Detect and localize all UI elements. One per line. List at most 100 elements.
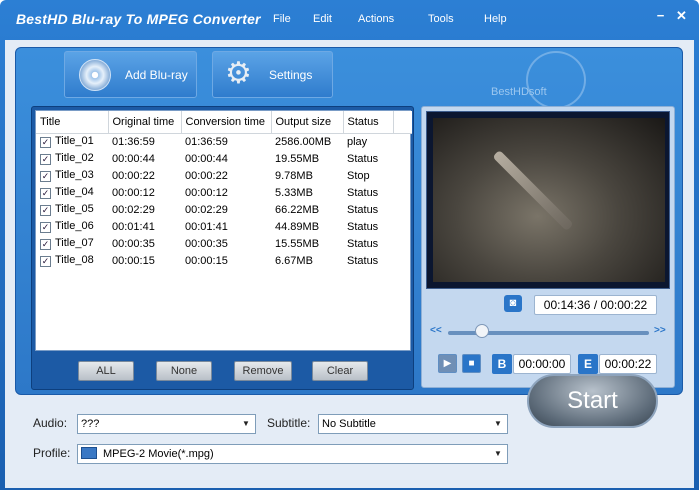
time-display: 00:14:36 / 00:00:22 xyxy=(534,295,657,315)
end-time: 00:00:22 xyxy=(599,354,657,374)
row-output-size: 6.67MB xyxy=(275,254,313,267)
title-list: Title Original time Conversion time Outp… xyxy=(35,110,412,351)
profile-select[interactable]: MPEG-2 Movie(*.mpg) ▼ xyxy=(77,444,508,464)
row-title: Title_08 xyxy=(55,254,94,266)
gear-icon: ⚙ xyxy=(225,57,252,90)
row-original-time: 00:00:22 xyxy=(112,169,155,182)
preview-panel: ◙ 00:14:36 / 00:00:22 << >> ▶ ■ B 00:00:… xyxy=(421,106,675,388)
audio-value: ??? xyxy=(81,418,100,430)
row-checkbox[interactable]: ✓ xyxy=(40,205,51,216)
table-row[interactable]: ✓ Title_01 01:36:59 01:36:59 2586.00MB pl… xyxy=(36,133,412,150)
disc-icon xyxy=(79,59,111,91)
current-time: 00:14:36 xyxy=(543,298,591,312)
title-list-panel: Title Original time Conversion time Outp… xyxy=(31,106,414,390)
column-status[interactable]: Status xyxy=(343,111,394,134)
table-row[interactable]: ✓ Title_02 00:00:44 00:00:44 19.55MB Stat… xyxy=(36,150,412,167)
row-output-size: 2586.00MB xyxy=(275,135,332,148)
settings-label: Settings xyxy=(269,68,313,82)
row-conversion-time: 01:36:59 xyxy=(185,135,228,148)
profile-label: Profile: xyxy=(33,446,71,460)
row-title: Title_07 xyxy=(55,237,94,249)
start-button[interactable]: Start xyxy=(527,374,658,428)
row-checkbox[interactable]: ✓ xyxy=(40,239,51,250)
column-conversion-time[interactable]: Conversion time xyxy=(181,111,272,134)
row-title: Title_03 xyxy=(55,169,94,181)
select-none-button[interactable]: None xyxy=(156,361,212,381)
column-title[interactable]: Title xyxy=(36,111,109,134)
menu-file[interactable]: File xyxy=(273,13,291,25)
row-original-time: 00:00:35 xyxy=(112,237,155,250)
brand-disc-logo xyxy=(526,51,586,109)
row-title: Title_01 xyxy=(55,135,94,148)
remove-button[interactable]: Remove xyxy=(234,361,292,381)
clear-button[interactable]: Clear xyxy=(312,361,368,381)
row-output-size: 9.78MB xyxy=(275,169,313,182)
row-original-time: 01:36:59 xyxy=(112,135,155,148)
brand-text: BestHDsoft xyxy=(491,86,547,98)
seek-slider-thumb[interactable] xyxy=(475,324,490,338)
row-original-time: 00:02:29 xyxy=(112,203,155,216)
row-title: Title_05 xyxy=(55,203,94,215)
chevron-down-icon: ▼ xyxy=(242,419,250,428)
row-original-time: 00:00:12 xyxy=(112,186,155,199)
table-row[interactable]: ✓ Title_03 00:00:22 00:00:22 9.78MB Stop xyxy=(36,167,412,184)
snapshot-camera-icon[interactable]: ◙ xyxy=(504,295,522,312)
row-status: Status xyxy=(347,254,379,267)
row-checkbox[interactable]: ✓ xyxy=(40,137,51,149)
minimize-button[interactable]: − xyxy=(651,8,670,25)
subtitle-select[interactable]: No Subtitle ▼ xyxy=(318,414,508,434)
video-frame-image xyxy=(433,118,665,282)
row-checkbox[interactable]: ✓ xyxy=(40,188,51,199)
row-checkbox[interactable]: ✓ xyxy=(40,222,51,233)
chevron-down-icon: ▼ xyxy=(494,419,502,428)
menu-actions[interactable]: Actions xyxy=(358,13,394,25)
table-row[interactable]: ✓ Title_04 00:00:12 00:00:12 5.33MB Statu… xyxy=(36,184,412,201)
subtitle-label: Subtitle: xyxy=(267,416,311,430)
row-checkbox[interactable]: ✓ xyxy=(40,256,51,267)
app-window: BestHD Blu-ray To MPEG Converter File Ed… xyxy=(0,0,699,490)
close-button[interactable]: ✕ xyxy=(672,8,691,25)
row-checkbox[interactable]: ✓ xyxy=(40,154,51,165)
add-bluray-button[interactable]: Add Blu-ray xyxy=(64,51,197,98)
menu-tools[interactable]: Tools xyxy=(428,13,454,25)
row-conversion-time: 00:00:44 xyxy=(185,152,228,165)
begin-time: 00:00:00 xyxy=(513,354,571,374)
row-title: Title_02 xyxy=(55,152,94,164)
table-row[interactable]: ✓ Title_05 00:02:29 00:02:29 66.22MB Stat… xyxy=(36,201,412,218)
table-row[interactable]: ✓ Title_06 00:01:41 00:01:41 44.89MB Stat… xyxy=(36,218,412,235)
table-row[interactable]: ✓ Title_08 00:00:15 00:00:15 6.67MB Statu… xyxy=(36,252,412,269)
select-all-button[interactable]: ALL xyxy=(78,361,134,381)
table-row[interactable]: ✓ Title_07 00:00:35 00:00:35 15.55MB Stat… xyxy=(36,235,412,252)
menu-edit[interactable]: Edit xyxy=(313,13,332,25)
set-begin-button[interactable]: B xyxy=(492,354,512,374)
row-checkbox[interactable]: ✓ xyxy=(40,171,51,182)
column-original-time[interactable]: Original time xyxy=(108,111,182,134)
menu-help[interactable]: Help xyxy=(484,13,507,25)
row-original-time: 00:01:41 xyxy=(112,220,155,233)
row-status: play xyxy=(347,135,368,148)
audio-select[interactable]: ??? ▼ xyxy=(77,414,256,434)
title-table: Title Original time Conversion time Outp… xyxy=(36,111,412,269)
chevron-down-icon: ▼ xyxy=(494,449,502,458)
row-status: Status xyxy=(347,186,379,199)
row-status: Status xyxy=(347,220,379,233)
film-icon xyxy=(81,447,97,459)
row-original-time: 00:00:44 xyxy=(112,152,155,165)
play-button[interactable]: ▶ xyxy=(438,354,457,373)
set-end-button[interactable]: E xyxy=(578,354,598,374)
row-output-size: 44.89MB xyxy=(275,220,320,233)
title-bar: BestHD Blu-ray To MPEG Converter File Ed… xyxy=(0,0,699,40)
pen-image-shape xyxy=(492,149,574,232)
row-status: Status xyxy=(347,237,379,250)
forward-icon[interactable]: >> xyxy=(654,325,666,336)
rewind-icon[interactable]: << xyxy=(430,325,442,336)
row-status: Status xyxy=(347,152,379,165)
column-output-size[interactable]: Output size xyxy=(271,111,344,134)
row-conversion-time: 00:00:12 xyxy=(185,186,228,199)
stop-button[interactable]: ■ xyxy=(462,354,481,373)
video-preview xyxy=(426,111,670,289)
row-output-size: 19.55MB xyxy=(275,152,320,165)
settings-button[interactable]: ⚙ Settings xyxy=(212,51,333,98)
row-conversion-time: 00:00:22 xyxy=(185,169,228,182)
row-output-size: 5.33MB xyxy=(275,186,313,199)
